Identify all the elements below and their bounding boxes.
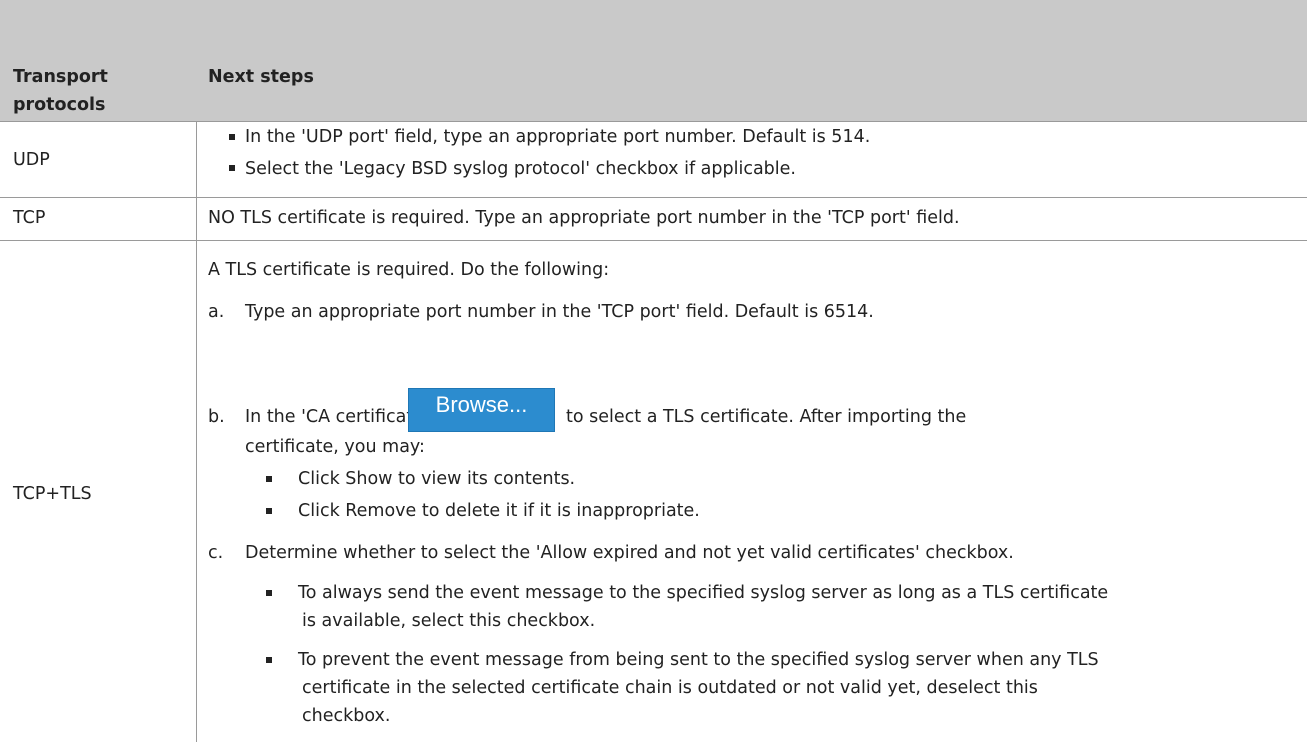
udp-bullet-1: In the 'UDP port' field, type an appropr… [245,127,871,147]
header-col1-line1: Transport [13,67,108,87]
step-c-letter: c. [208,543,224,563]
step-b-letter: b. [208,407,225,427]
bullet-icon [266,590,272,596]
bullet-icon [266,508,272,514]
column-divider [196,121,197,742]
step-c-text: Determine whether to select the 'Allow e… [245,543,1014,563]
transport-protocols-table: Transport protocols Next steps UDP In th… [0,0,1307,742]
step-c-bullet-1-line2: is available, select this checkbox. [302,611,596,631]
bullet-icon [266,657,272,663]
step-c-bullet-2-line1: To prevent the event message from being … [298,650,1099,670]
bullet-icon [229,134,235,140]
step-b-bullet-1: Click Show to view its contents. [298,469,576,489]
tls-intro: A TLS certificate is required. Do the fo… [208,260,610,280]
header-col2: Next steps [208,67,314,87]
step-c-bullet-2-line2: certificate in the selected certificate … [302,678,1038,698]
step-a-letter: a. [208,302,225,322]
step-b-bullet-2: Click Remove to delete it if it is inapp… [298,501,700,521]
step-a-text: Type an appropriate port number in the '… [245,302,874,322]
protocol-udp: UDP [13,150,50,170]
udp-bullet-2: Select the 'Legacy BSD syslog protocol' … [245,159,796,179]
protocol-tcp: TCP [13,208,46,228]
tcp-description: NO TLS certificate is required. Type an … [208,208,960,228]
protocol-tcp-tls: TCP+TLS [13,484,92,504]
bullet-icon [266,476,272,482]
step-c-bullet-1-line1: To always send the event message to the … [298,583,1109,603]
table-header: Transport protocols Next steps [0,0,1307,121]
browse-button[interactable]: Browse... [408,388,555,432]
step-c-bullet-2-line3: checkbox. [302,706,391,726]
step-b-line2: certificate, you may: [245,437,425,457]
step-b-text-after: to select a TLS certificate. After impor… [566,407,967,427]
header-col1-line2: protocols [13,95,106,115]
bullet-icon [229,165,235,171]
